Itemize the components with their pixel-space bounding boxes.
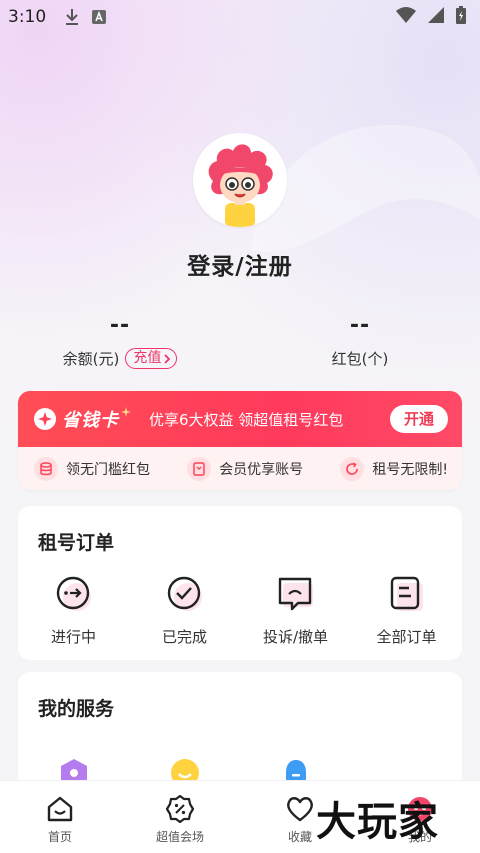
order-label: 投诉/撤单 (262, 628, 329, 646)
sparkle-icon (121, 407, 131, 417)
refresh-icon (340, 456, 365, 481)
chevron-right-icon (164, 353, 171, 364)
check-circle-icon (129, 574, 240, 614)
watermark: 大玩家 (316, 799, 439, 845)
order-label: 全部订单 (376, 628, 437, 646)
battery-icon (456, 6, 466, 28)
order-completed[interactable]: 已完成 (129, 574, 240, 647)
order-all[interactable]: 全部订单 (351, 574, 462, 647)
order-complaint[interactable]: 投诉/撤单 (240, 574, 351, 647)
star-coin-icon (34, 408, 56, 430)
all-orders-icon (351, 574, 462, 614)
balance-value: -- (109, 313, 131, 338)
benefit-item[interactable]: 租号无限制! (340, 456, 448, 481)
avatar-character-icon (208, 144, 273, 227)
order-in-progress[interactable]: 进行中 (18, 574, 129, 647)
tab-home[interactable]: 首页 (0, 781, 120, 853)
status-time: 3:10 (8, 7, 47, 27)
download-icon (64, 8, 80, 26)
benefit-item[interactable]: 会员优享账号 (187, 456, 304, 481)
complaint-icon (240, 574, 351, 614)
savings-card-description: 优享6大权益 领超值租号红包 (149, 410, 344, 429)
tab-deals[interactable]: 超值会场 (120, 781, 240, 853)
benefit-label: 租号无限制! (372, 461, 448, 478)
balance-stat[interactable]: -- 余额(元) 充值 (20, 313, 220, 369)
recharge-label: 充值 (133, 350, 162, 366)
avatar[interactable] (193, 133, 287, 227)
order-label: 进行中 (50, 628, 96, 646)
open-savings-card-button[interactable]: 开通 (390, 405, 448, 433)
login-register-link[interactable]: 登录/注册 (0, 247, 480, 281)
services-title: 我的服务 (38, 698, 115, 720)
status-bar: 3:10 (0, 0, 480, 34)
benefit-label: 会员优享账号 (219, 461, 304, 478)
database-icon (34, 456, 58, 481)
redpacket-stat[interactable]: -- 红包(个) (260, 313, 460, 369)
home-icon (0, 794, 120, 824)
redpacket-label: 红包(个) (331, 350, 389, 368)
orders-title: 租号订单 (38, 532, 115, 554)
recharge-button[interactable]: 充值 (125, 348, 178, 369)
wifi-icon (396, 7, 416, 27)
discount-icon (120, 794, 240, 824)
notification-a-icon (92, 10, 107, 24)
in-progress-icon (18, 574, 129, 614)
tab-label: 超值会场 (155, 830, 204, 844)
member-account-icon (187, 456, 212, 481)
savings-card-title: 省钱卡 (62, 410, 119, 431)
savings-card-logo: 省钱卡 (34, 406, 131, 432)
tab-label: 首页 (47, 830, 72, 844)
signal-icon (428, 7, 444, 27)
redpacket-value: -- (349, 313, 371, 338)
orders-card: 租号订单 进行中 已完成 投诉/撤单 全部订单 (18, 506, 462, 660)
balance-label: 余额(元) (62, 350, 120, 368)
savings-card-banner[interactable]: 省钱卡 优享6大权益 领超值租号红包 开通 领无门槛红包 会员优享账号 租号无限… (18, 391, 462, 490)
benefit-item[interactable]: 领无门槛红包 (34, 456, 150, 481)
benefit-label: 领无门槛红包 (66, 461, 150, 478)
order-label: 已完成 (161, 628, 207, 646)
